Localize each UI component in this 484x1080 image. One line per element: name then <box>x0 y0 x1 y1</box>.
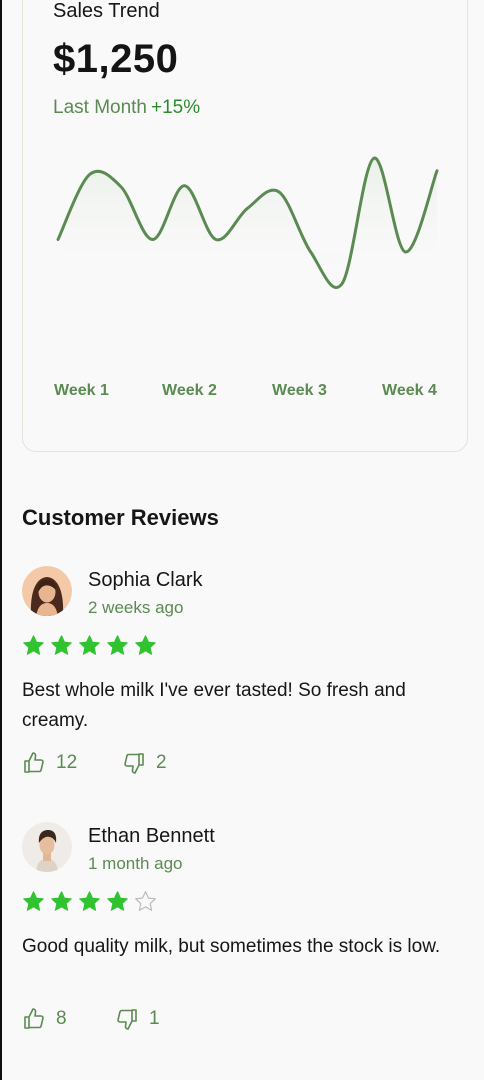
avatar <box>22 822 72 872</box>
star-icon <box>51 891 72 911</box>
like-button[interactable]: 12 <box>22 751 77 775</box>
x-tick-label: Week 4 <box>382 382 437 399</box>
star-icon <box>23 891 44 911</box>
review-text: Good quality milk, but sometimes the sto… <box>22 936 441 957</box>
dislike-button[interactable]: 1 <box>115 1007 160 1031</box>
review-text: Best whole milk I've ever tasted! So fre… <box>22 680 406 731</box>
star-icon <box>107 635 128 655</box>
review-date: 2 weeks ago <box>88 598 184 617</box>
avatar <box>22 566 72 616</box>
thumbs-up-icon <box>24 752 44 773</box>
thumbs-down-icon <box>117 1009 137 1030</box>
review-card: Sophia Clark 2 weeks ago Best whole milk… <box>22 566 462 796</box>
like-button[interactable]: 8 <box>22 1007 67 1031</box>
rating-stars <box>22 634 157 657</box>
review-card: Ethan Bennett 1 month ago Good quality m… <box>22 822 462 1052</box>
star-icon <box>79 891 100 911</box>
star-icon <box>135 635 156 655</box>
sales-trend-card: Sales Trend $1,250 Last Month +15% Week 1… <box>22 0 468 452</box>
star-icon <box>107 891 128 911</box>
like-count: 12 <box>56 752 78 773</box>
reviewer-name: Sophia Clark <box>88 569 203 591</box>
x-tick-label: Week 3 <box>272 382 327 399</box>
thumbs-down-icon <box>124 753 144 774</box>
left-edge-border <box>0 0 2 1080</box>
rating-stars <box>22 890 157 913</box>
dislike-button[interactable]: 2 <box>122 751 167 775</box>
x-tick-label: Week 1 <box>54 382 109 399</box>
dislike-count: 2 <box>156 752 167 773</box>
x-tick-label: Week 2 <box>162 382 217 399</box>
chart-area-fill <box>58 158 437 288</box>
star-icon <box>79 635 100 655</box>
star-icon <box>51 635 72 655</box>
customer-reviews-title: Customer Reviews <box>22 505 219 530</box>
like-count: 8 <box>56 1008 67 1029</box>
reviewer-name: Ethan Bennett <box>88 825 215 847</box>
review-date: 1 month ago <box>88 854 183 873</box>
thumbs-up-icon <box>24 1008 44 1029</box>
dislike-count: 1 <box>149 1008 160 1029</box>
star-icon <box>23 635 44 655</box>
star-outline-icon <box>135 891 156 911</box>
